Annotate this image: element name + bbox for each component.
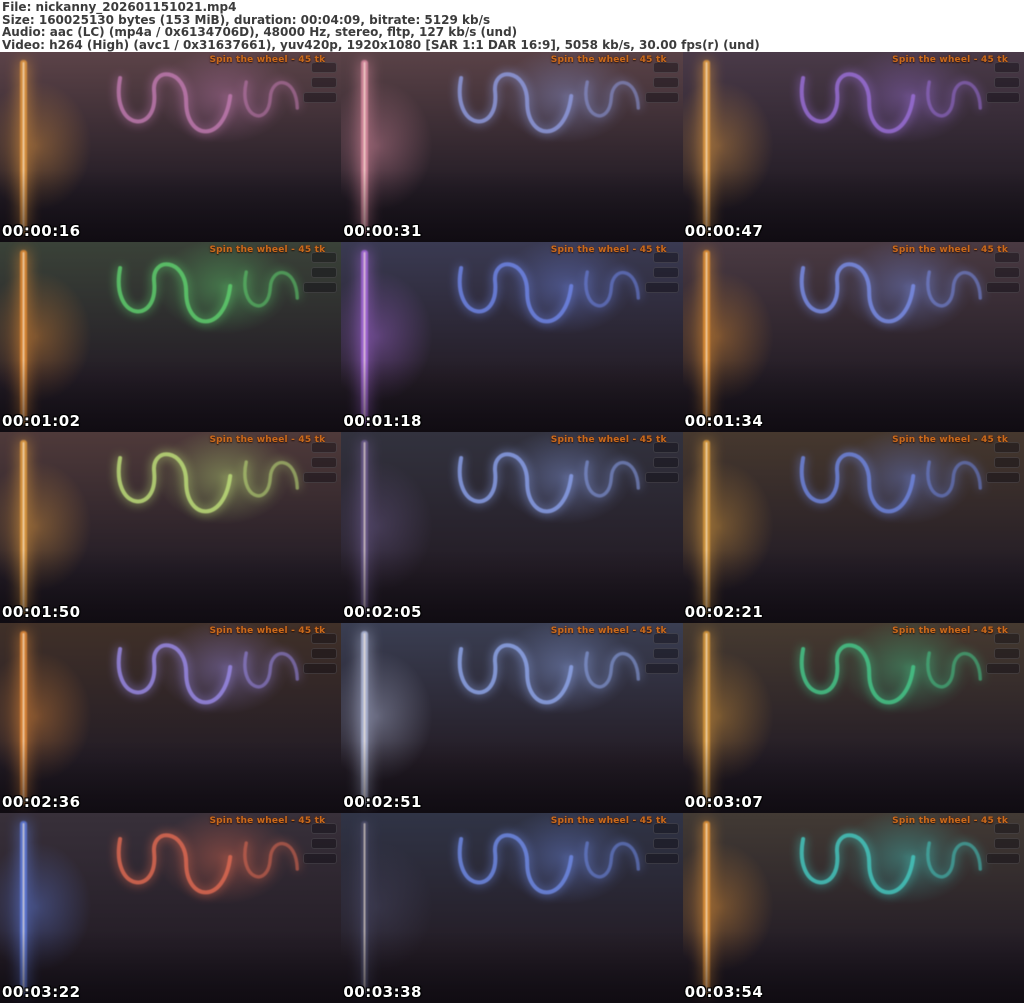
stream-hud-overlay [986,252,1020,294]
frame-timestamp: 00:01:02 [2,412,81,431]
hud-badge [994,77,1020,88]
frame-timestamp: 00:02:36 [2,792,81,811]
hud-badge [986,662,1020,674]
hud-badge [652,62,679,73]
hud-badge [994,252,1020,264]
video-thumbnail: Spin the wheel - 45 tk 00:01:02 [0,242,342,433]
hud-badge [994,62,1020,73]
video-thumbnail: Spin the wheel - 45 tk 00:03:07 [682,622,1024,813]
stream-hud-overlay [644,62,679,103]
stream-hud-overlay [303,632,338,674]
stream-hud-overlay [303,252,338,294]
video-thumbnail: Spin the wheel - 45 tk 00:00:16 [0,52,342,243]
thumbnail-grid: Spin the wheel - 45 tk 00:00:16 Spin the… [0,52,1024,1003]
stream-hud-overlay [644,632,679,674]
hud-badge [994,822,1020,834]
frame-timestamp: 00:03:22 [2,982,81,1001]
hud-badge [311,632,338,644]
hud-badge [994,457,1020,469]
stream-hud-overlay [644,442,679,484]
hud-badge [311,822,338,834]
hud-badge [652,837,679,849]
video-thumbnail: Spin the wheel - 45 tk 00:03:22 [0,812,342,1003]
file-name-line: File: nickanny_202601151021.mp4 [2,0,237,14]
hud-badge [986,852,1020,864]
frame-timestamp: 00:01:34 [684,412,764,431]
video-thumbnail: Spin the wheel - 45 tk 00:00:47 [682,52,1024,243]
frame-timestamp: 00:03:07 [684,792,764,811]
hud-badge [652,77,679,88]
stream-hud-overlay [986,632,1020,674]
hud-badge [652,442,679,454]
hud-badge [652,822,679,834]
stream-hud-overlay [303,442,338,484]
hud-badge [994,442,1020,454]
video-thumbnail: Spin the wheel - 45 tk 00:01:18 [341,242,683,433]
hud-badge [311,647,338,659]
video-thumbnail: Spin the wheel - 45 tk 00:02:51 [341,622,683,813]
hud-badge [311,267,338,279]
hud-badge [303,472,338,484]
stream-hud-overlay [986,442,1020,484]
hud-badge [303,282,338,294]
hud-badge [311,77,338,88]
hud-badge [303,662,338,674]
frame-timestamp: 00:02:05 [343,602,422,621]
hud-badge [994,837,1020,849]
stream-hud-overlay [644,252,679,294]
stream-hud-overlay [986,822,1020,864]
hud-badge [652,267,679,279]
hud-badge [311,457,338,469]
hud-badge [311,442,338,454]
hud-badge [986,472,1020,484]
hud-badge [303,852,338,864]
media-info-header: File: nickanny_202601151021.mp4 Size: 16… [0,0,1024,52]
video-info-line: Video: h264 (High) (avc1 / 0x31637661), … [2,38,760,53]
video-thumbnail: Spin the wheel - 45 tk 00:01:50 [0,432,342,623]
frame-timestamp: 00:02:21 [684,602,764,621]
stream-hud-overlay [303,62,338,103]
hud-badge [994,632,1020,644]
stream-hud-overlay [644,822,679,864]
hud-badge [644,282,679,294]
frame-timestamp: 00:03:38 [343,982,422,1001]
frame-timestamp: 00:01:50 [2,602,81,621]
hud-badge [652,457,679,469]
frame-timestamp: 00:00:16 [2,222,81,241]
hud-badge [986,92,1020,103]
hud-badge [986,282,1020,294]
hud-badge [652,632,679,644]
frame-timestamp: 00:03:54 [684,982,764,1001]
hud-badge [311,837,338,849]
hud-badge [311,62,338,73]
frame-timestamp: 00:00:31 [343,222,422,241]
hud-badge [994,267,1020,279]
video-thumbnail: Spin the wheel - 45 tk 00:02:05 [341,432,683,623]
hud-badge [644,92,679,103]
hud-badge [652,647,679,659]
hud-badge [994,647,1020,659]
hud-badge [644,852,679,864]
video-thumbnail: Spin the wheel - 45 tk 00:00:31 [341,52,683,243]
video-thumbnail: Spin the wheel - 45 tk 00:02:21 [682,432,1024,623]
stream-hud-overlay [303,822,338,864]
video-thumbnail: Spin the wheel - 45 tk 00:02:36 [0,622,342,813]
hud-badge [311,252,338,264]
stream-hud-overlay [986,62,1020,103]
frame-timestamp: 00:00:47 [684,222,764,241]
video-thumbnail: Spin the wheel - 45 tk 00:03:54 [682,812,1024,1003]
frame-timestamp: 00:01:18 [343,412,422,431]
hud-badge [652,252,679,264]
hud-badge [644,472,679,484]
frame-timestamp: 00:02:51 [343,792,422,811]
video-thumbnail: Spin the wheel - 45 tk 00:03:38 [341,812,683,1003]
hud-badge [644,662,679,674]
hud-badge [303,92,338,103]
video-thumbnail: Spin the wheel - 45 tk 00:01:34 [682,242,1024,433]
